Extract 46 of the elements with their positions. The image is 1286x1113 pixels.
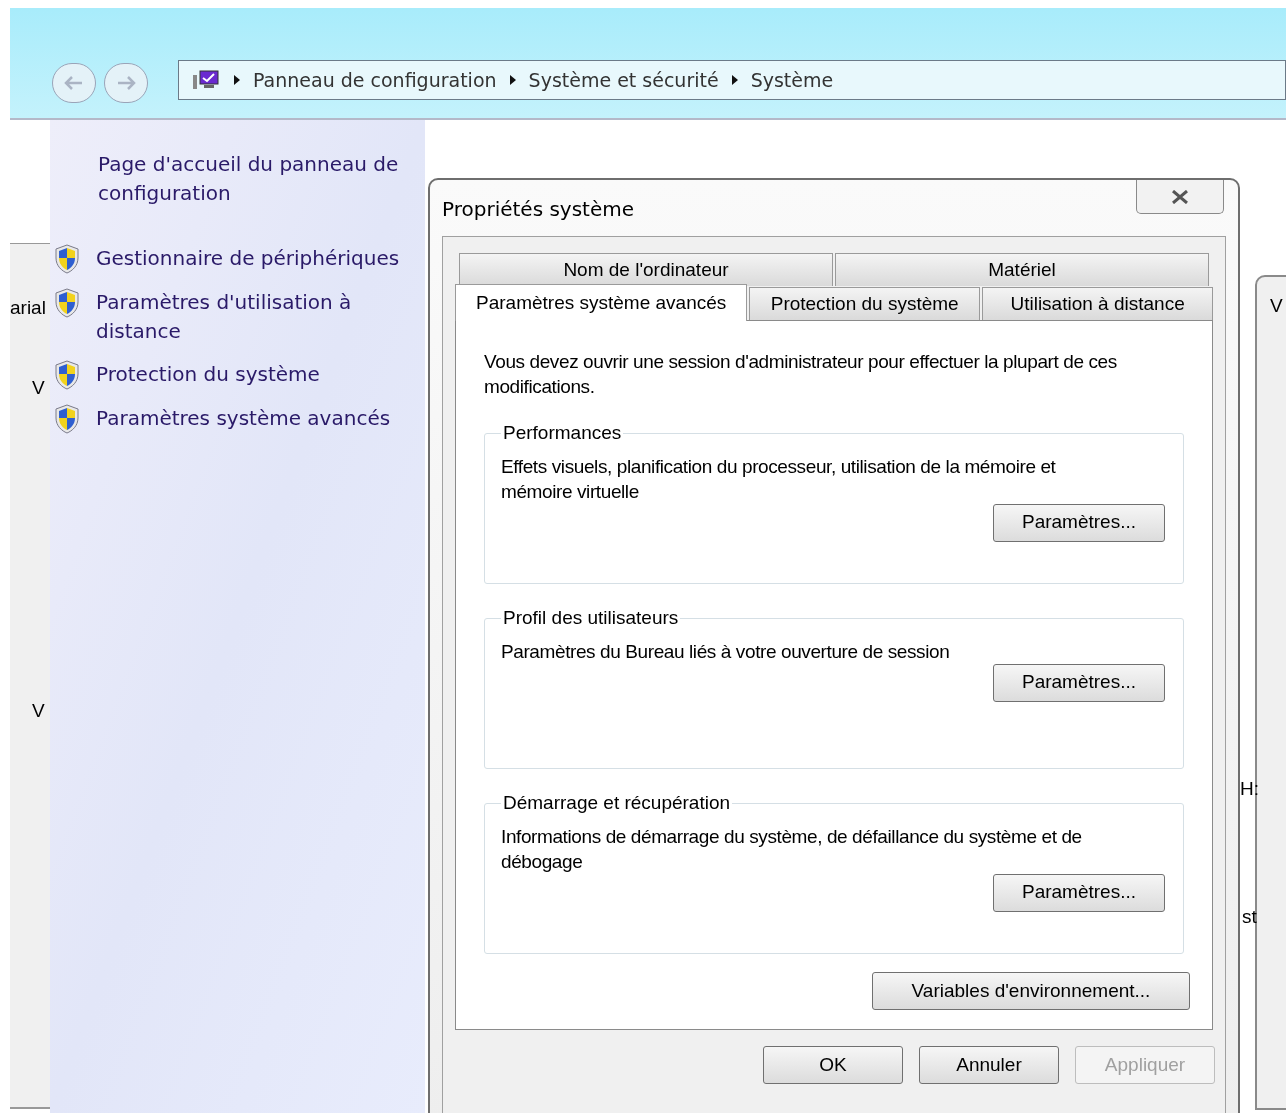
tab[interactable]: Utilisation à distance: [982, 287, 1213, 320]
settings-button[interactable]: Paramètres...: [993, 873, 1165, 912]
text-fragment: V: [32, 699, 45, 723]
tab[interactable]: Matériel: [835, 253, 1209, 286]
breadcrumb[interactable]: Système: [750, 65, 834, 95]
chevron-right-icon[interactable]: [730, 74, 739, 86]
environment-variables-button[interactable]: Variables d'environnement...: [872, 972, 1190, 1010]
dialog-title: Propriétés système: [442, 196, 635, 223]
text-fragment: arial: [10, 296, 46, 320]
text-fragment: H:: [1240, 777, 1259, 801]
sidebar-link[interactable]: Paramètres système avancés: [96, 404, 391, 433]
chevron-right-icon[interactable]: [233, 74, 241, 86]
sidebar-link[interactable]: Paramètres d'utilisation à distance: [96, 288, 411, 346]
home-link[interactable]: Page d'accueil du panneau de configuration: [98, 150, 411, 208]
shield-icon: [54, 244, 80, 274]
text-fragment: V: [32, 376, 45, 400]
shield-icon: [54, 404, 80, 434]
group-title: Démarrage et récupération: [502, 791, 732, 815]
dialog-button[interactable]: OK: [763, 1046, 903, 1084]
breadcrumb[interactable]: Panneau de configuration: [253, 65, 497, 95]
close-button[interactable]: [1136, 180, 1224, 214]
computer-icon: [191, 69, 221, 91]
close-icon: [1171, 189, 1189, 204]
group-description: Effets visuels, planification du processeur, utilisation de la mémoire et mémoire virtuelle: [501, 454, 1057, 504]
tab[interactable]: Protection du système: [749, 287, 981, 320]
breadcrumb[interactable]: Système et sécurité: [528, 65, 719, 95]
settings-button[interactable]: Paramètres...: [993, 503, 1165, 542]
group-title: Performances: [502, 421, 623, 445]
shield-icon: [54, 360, 80, 390]
group-description: Paramètres du Bureau liés à votre ouverture de session: [501, 639, 951, 664]
sidebar-link[interactable]: Protection du système: [96, 360, 320, 389]
tab[interactable]: Paramètres système avancés: [455, 284, 748, 321]
back-arrow-icon: [64, 76, 84, 90]
notice-text: Vous devez ouvrir une session d'administrateur pour effectuer la plupart de ces modifications.: [484, 350, 1118, 399]
group-description: Informations de démarrage du système, de défaillance du système et de débogage: [501, 824, 1083, 874]
tab[interactable]: Nom de l'ordinateur: [459, 253, 833, 286]
address-bar[interactable]: Panneau de configuration Système et sécurité Système: [178, 60, 1286, 100]
text-fragment: st: [1242, 905, 1257, 929]
settings-button[interactable]: Paramètres...: [993, 663, 1165, 702]
text-fragment: V: [1270, 294, 1283, 318]
sidebar-link[interactable]: Gestionnaire de périphériques: [96, 244, 400, 273]
forward-arrow-icon: [116, 76, 136, 90]
dialog-button[interactable]: Annuler: [919, 1046, 1059, 1084]
group-title: Profil des utilisateurs: [502, 606, 680, 630]
chevron-right-icon[interactable]: [508, 74, 517, 86]
shield-icon: [54, 288, 80, 318]
